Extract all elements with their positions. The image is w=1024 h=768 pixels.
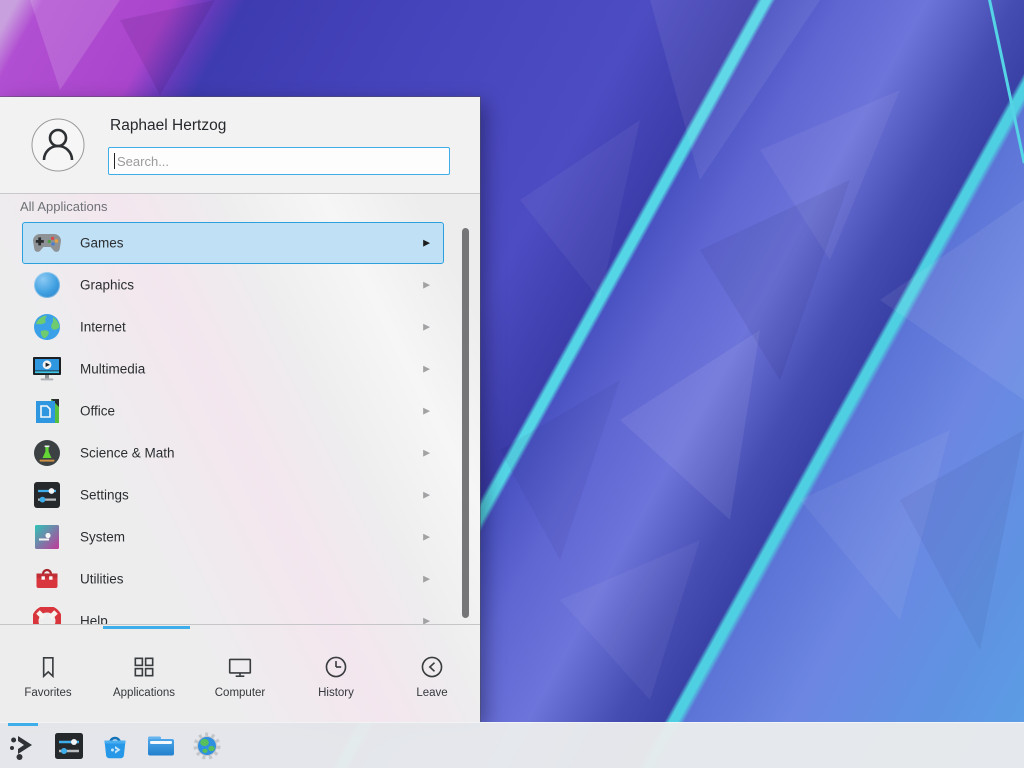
category-multimedia[interactable]: Multimedia ▶ bbox=[22, 348, 444, 390]
gamepad-icon bbox=[32, 228, 62, 258]
active-tab-indicator bbox=[103, 626, 190, 629]
tab-history[interactable]: History bbox=[288, 630, 384, 722]
category-system[interactable]: System ▶ bbox=[22, 516, 444, 558]
category-graphics[interactable]: Graphics ▶ bbox=[22, 264, 444, 306]
system-slider-icon bbox=[32, 522, 62, 552]
category-settings[interactable]: Settings ▶ bbox=[22, 474, 444, 516]
section-label: All Applications bbox=[20, 199, 107, 214]
desktop-screen: Raphael Hertzog All Applications bbox=[0, 0, 1024, 768]
category-internet[interactable]: Internet ▶ bbox=[22, 306, 444, 348]
tab-leave[interactable]: Leave bbox=[384, 630, 480, 722]
application-launcher-popup: Raphael Hertzog All Applications bbox=[0, 97, 480, 722]
lifebuoy-icon bbox=[32, 606, 62, 624]
category-help[interactable]: Help ▶ bbox=[22, 600, 444, 624]
submenu-arrow-icon: ▶ bbox=[423, 280, 430, 291]
tabbar-divider bbox=[0, 624, 480, 625]
submenu-arrow-icon: ▶ bbox=[423, 532, 430, 543]
submenu-arrow-icon: ▶ bbox=[423, 574, 430, 585]
sphere-icon bbox=[32, 270, 62, 300]
submenu-arrow-icon: ▶ bbox=[423, 448, 430, 459]
tab-favorites[interactable]: Favorites bbox=[0, 630, 96, 722]
sliders-icon bbox=[32, 480, 62, 510]
submenu-arrow-icon: ▶ bbox=[423, 322, 430, 333]
user-name: Raphael Hertzog bbox=[110, 117, 226, 135]
bookmark-icon bbox=[35, 654, 61, 680]
media-screen-icon bbox=[32, 354, 62, 384]
wallpaper-cyan-line bbox=[985, 0, 1024, 163]
submenu-arrow-icon: ▶ bbox=[423, 616, 430, 625]
discover-button[interactable] bbox=[100, 731, 130, 761]
clock-icon bbox=[323, 654, 349, 680]
tab-computer[interactable]: Computer bbox=[192, 630, 288, 722]
tab-applications[interactable]: Applications bbox=[96, 630, 192, 722]
taskbar-panel: ES 7:03 PM 4/24/2 bbox=[0, 722, 1024, 768]
submenu-arrow-icon: ▶ bbox=[423, 490, 430, 501]
search-input[interactable] bbox=[115, 148, 439, 174]
application-category-list: Games ▶ Graphics ▶ Internet ▶ bbox=[0, 222, 480, 624]
system-settings-button[interactable] bbox=[54, 731, 84, 761]
user-avatar[interactable] bbox=[31, 118, 85, 172]
app-grid-icon bbox=[131, 654, 157, 680]
submenu-arrow-icon: ▶ bbox=[423, 364, 430, 375]
globe-icon bbox=[32, 312, 62, 342]
file-manager-button[interactable] bbox=[146, 731, 176, 761]
category-science-math[interactable]: Science & Math ▶ bbox=[22, 432, 444, 474]
app-launcher-button[interactable] bbox=[8, 731, 38, 761]
document-icon bbox=[32, 396, 62, 426]
submenu-arrow-icon: ▶ bbox=[423, 406, 430, 417]
category-office[interactable]: Office ▶ bbox=[22, 390, 444, 432]
toolbox-icon bbox=[32, 564, 62, 594]
list-scrollbar[interactable] bbox=[462, 228, 469, 618]
leave-circle-icon bbox=[419, 654, 445, 680]
category-games[interactable]: Games ▶ bbox=[22, 222, 444, 264]
launcher-tabbar: Favorites Applications C bbox=[0, 630, 480, 722]
launcher-header: Raphael Hertzog bbox=[0, 97, 480, 194]
active-task-indicator bbox=[8, 723, 38, 726]
flask-icon bbox=[32, 438, 62, 468]
search-box[interactable] bbox=[108, 147, 450, 175]
submenu-arrow-icon: ▶ bbox=[423, 238, 430, 249]
monitor-icon bbox=[227, 654, 253, 680]
web-browser-button[interactable] bbox=[192, 731, 222, 761]
category-utilities[interactable]: Utilities ▶ bbox=[22, 558, 444, 600]
